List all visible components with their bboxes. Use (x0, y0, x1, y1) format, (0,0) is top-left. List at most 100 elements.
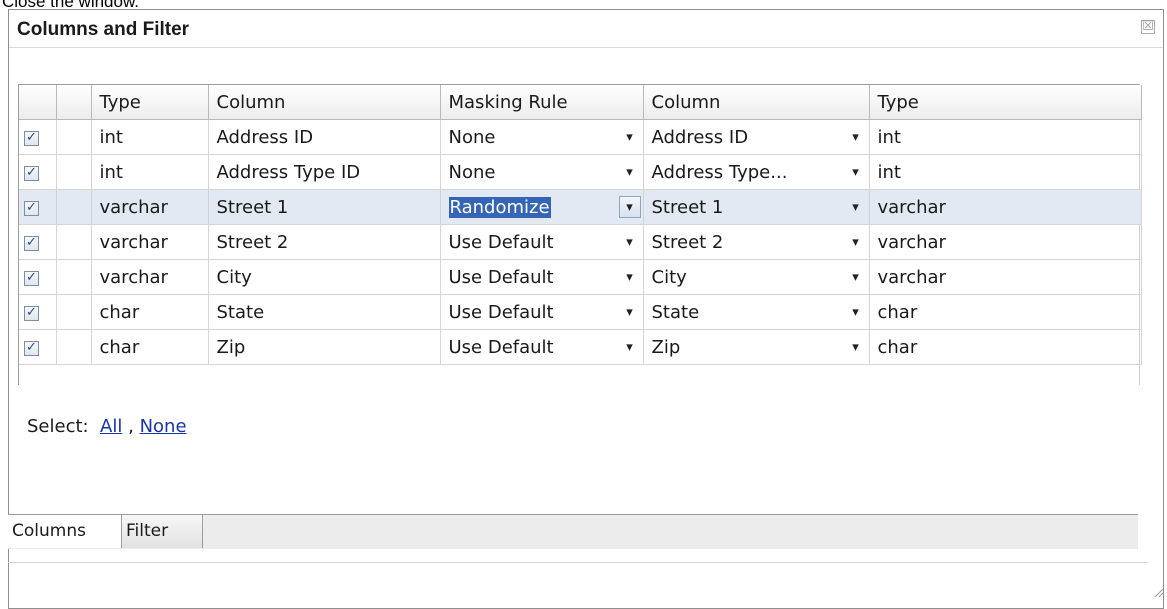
chevron-down-icon[interactable]: ▾ (619, 161, 641, 183)
table-row[interactable]: ✓ varchar Street 2 Use Default ▾ Street … (19, 224, 1142, 260)
chevron-down-icon[interactable]: ▾ (618, 196, 641, 218)
chevron-down-icon[interactable]: ▾ (619, 266, 641, 288)
columns-table: Type Column Masking Rule Column Type ✓ i… (19, 85, 1142, 365)
row-check-cell[interactable]: ✓ (19, 154, 57, 190)
target-column-dropdown[interactable]: Street 1 ▾ (644, 190, 869, 224)
target-column-value: Zip (651, 336, 681, 358)
table-row[interactable]: ✓ varchar City Use Default ▾ City ▾ varc… (19, 259, 1142, 295)
header-blank[interactable] (56, 85, 92, 120)
table-header-row: Type Column Masking Rule Column Type (19, 85, 1142, 120)
select-none-link[interactable]: None (140, 416, 187, 437)
target-column-cell[interactable]: State ▾ (643, 294, 870, 330)
masking-rule-cell[interactable]: None ▾ (440, 119, 644, 155)
source-column-cell: Street 2 (208, 224, 441, 260)
target-column-dropdown[interactable]: Address ID ▾ (644, 120, 869, 154)
masking-rule-dropdown[interactable]: None ▾ (441, 155, 643, 189)
checkbox[interactable]: ✓ (24, 341, 39, 356)
source-column-cell: Zip (208, 329, 441, 365)
row-check-cell[interactable]: ✓ (19, 189, 57, 225)
checkbox[interactable]: ✓ (24, 166, 39, 181)
header-check[interactable] (19, 85, 57, 120)
header-masking-rule[interactable]: Masking Rule (440, 85, 644, 120)
target-type-cell: char (869, 329, 1142, 365)
table-row[interactable]: ✓ char State Use Default ▾ State ▾ char (19, 294, 1142, 330)
status-divider (8, 562, 1148, 563)
row-check-cell[interactable]: ✓ (19, 329, 57, 365)
target-column-dropdown[interactable]: City ▾ (644, 260, 869, 294)
masking-rule-cell[interactable]: Use Default ▾ (440, 294, 644, 330)
header-source-type[interactable]: Type (91, 85, 209, 120)
masking-rule-dropdown[interactable]: Use Default ▾ (441, 295, 643, 329)
target-column-dropdown[interactable]: Street 2 ▾ (644, 225, 869, 259)
source-column-cell: State (208, 294, 441, 330)
table-row[interactable]: ✓ char Zip Use Default ▾ Zip ▾ char (19, 329, 1142, 365)
source-column-cell: Street 1 (208, 189, 441, 225)
target-type-cell: varchar (869, 259, 1142, 295)
chevron-down-icon[interactable]: ▾ (845, 266, 867, 288)
target-column-dropdown[interactable]: Zip ▾ (644, 330, 869, 364)
window-title: Columns and Filter (17, 19, 190, 40)
masking-rule-cell[interactable]: Use Default ▾ (440, 259, 644, 295)
row-check-cell[interactable]: ✓ (19, 119, 57, 155)
target-column-cell[interactable]: Address Type... ▾ (643, 154, 870, 190)
table-row[interactable]: ✓ int Address Type ID None ▾ Address Typ… (19, 154, 1142, 190)
chevron-down-icon[interactable]: ▾ (845, 196, 867, 218)
masking-rule-cell[interactable]: Use Default ▾ (440, 329, 644, 365)
masking-rule-value: Use Default (448, 301, 554, 323)
target-column-cell[interactable]: City ▾ (643, 259, 870, 295)
tab-columns[interactable]: Columns (8, 515, 122, 548)
chevron-down-icon[interactable]: ▾ (845, 231, 867, 253)
target-column-cell[interactable]: Zip ▾ (643, 329, 870, 365)
source-type-cell: varchar (91, 259, 209, 295)
chevron-down-icon[interactable]: ▾ (619, 301, 641, 323)
target-column-dropdown[interactable]: Address Type... ▾ (644, 155, 869, 189)
chevron-down-icon[interactable]: ▾ (619, 336, 641, 358)
target-type-cell: char (869, 294, 1142, 330)
header-target-column[interactable]: Column (643, 85, 870, 120)
masking-rule-dropdown[interactable]: Use Default ▾ (441, 260, 643, 294)
masking-rule-cell[interactable]: Use Default ▾ (440, 224, 644, 260)
checkbox[interactable]: ✓ (24, 306, 39, 321)
columns-grid: Type Column Masking Rule Column Type ✓ i… (18, 84, 1142, 385)
checkbox[interactable]: ✓ (24, 131, 39, 146)
masking-rule-dropdown[interactable]: None ▾ (441, 120, 643, 154)
tab-filter[interactable]: Filter (122, 515, 203, 548)
target-column-cell[interactable]: Street 1 ▾ (643, 189, 870, 225)
masking-rule-value: Use Default (448, 231, 554, 253)
table-row[interactable]: ✓ varchar Street 1 Randomize ▾ Street 1 … (19, 189, 1142, 225)
source-type-cell: int (91, 154, 209, 190)
row-check-cell[interactable]: ✓ (19, 294, 57, 330)
masking-rule-value: Use Default (448, 266, 554, 288)
target-column-dropdown[interactable]: State ▾ (644, 295, 869, 329)
masking-rule-dropdown[interactable]: Use Default ▾ (441, 330, 643, 364)
source-column-cell: Address Type ID (208, 154, 441, 190)
masking-rule-dropdown[interactable]: Use Default ▾ (441, 225, 643, 259)
checkbox[interactable]: ✓ (24, 201, 39, 216)
chevron-down-icon[interactable]: ▾ (619, 126, 641, 148)
masking-rule-cell[interactable]: None ▾ (440, 154, 644, 190)
chevron-down-icon[interactable]: ▾ (619, 231, 641, 253)
row-blank-cell (56, 154, 92, 190)
masking-rule-dropdown[interactable]: Randomize ▾ (441, 190, 643, 224)
close-icon[interactable]: ☒ (1141, 20, 1155, 34)
resize-grip-icon[interactable] (1153, 587, 1163, 597)
row-blank-cell (56, 329, 92, 365)
header-target-type[interactable]: Type (869, 85, 1142, 120)
table-row[interactable]: ✓ int Address ID None ▾ Address ID ▾ int (19, 119, 1142, 155)
target-column-cell[interactable]: Street 2 ▾ (643, 224, 870, 260)
checkbox[interactable]: ✓ (24, 271, 39, 286)
row-check-cell[interactable]: ✓ (19, 224, 57, 260)
select-all-link[interactable]: All (100, 416, 122, 437)
chevron-down-icon[interactable]: ▾ (845, 126, 867, 148)
chevron-down-icon[interactable]: ▾ (845, 161, 867, 183)
chevron-down-icon[interactable]: ▾ (845, 301, 867, 323)
checkbox[interactable]: ✓ (24, 236, 39, 251)
masking-rule-cell[interactable]: Randomize ▾ (440, 189, 644, 225)
target-column-cell[interactable]: Address ID ▾ (643, 119, 870, 155)
target-column-value: Address Type... (651, 161, 788, 183)
target-column-value: Address ID (651, 126, 749, 148)
source-type-cell: varchar (91, 224, 209, 260)
chevron-down-icon[interactable]: ▾ (845, 336, 867, 358)
header-source-column[interactable]: Column (208, 85, 441, 120)
row-check-cell[interactable]: ✓ (19, 259, 57, 295)
